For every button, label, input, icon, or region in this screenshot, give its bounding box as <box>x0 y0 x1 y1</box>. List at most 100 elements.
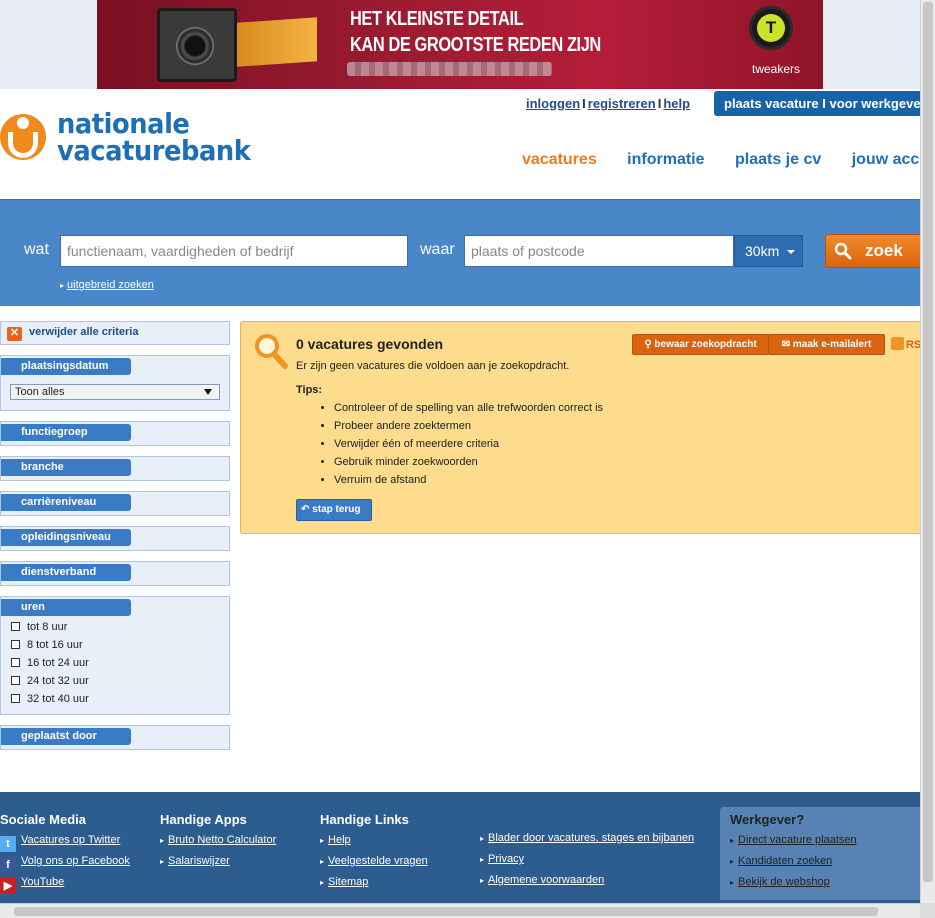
search-icon <box>834 242 852 260</box>
nav-plaats-cv[interactable]: plaats je cv <box>735 151 821 169</box>
filter-header[interactable]: plaatsingsdatum <box>1 358 131 375</box>
horizontal-scrollbar[interactable] <box>0 903 920 918</box>
filter-header[interactable]: dienstverband <box>1 564 131 581</box>
logo-person-icon <box>0 114 46 160</box>
envelope-icon: ✉ <box>781 339 791 350</box>
hours-option[interactable]: 32 tot 40 uur <box>1 690 229 708</box>
twitter-link[interactable]: t Vacatures op Twitter <box>0 830 130 852</box>
footer-link[interactable]: Direct vacature plaatsen <box>730 830 857 851</box>
checkbox[interactable] <box>11 640 20 649</box>
site-header: nationale vacaturebank inloggen Iregistre… <box>0 89 920 200</box>
nav-vacatures[interactable]: vacatures <box>522 151 597 169</box>
employer-box: Werkgever? Direct vacature plaatsen Kand… <box>720 807 920 900</box>
checkbox[interactable] <box>11 658 20 667</box>
scrollbar-corner <box>920 903 935 918</box>
tip-item: Verruim de afstand <box>334 474 603 492</box>
footer-link[interactable]: Blader door vacatures, stages en bijbane… <box>480 828 694 849</box>
youtube-link[interactable]: ▶ YouTube <box>0 872 130 894</box>
search-bar: wat waar 30km zoek uitgebreid zoeken <box>0 200 920 306</box>
filter-opleidingsniveau: opleidingsniveau <box>0 526 230 551</box>
filter-sidebar: ✕ verwijder alle criteria plaatsingsdatu… <box>0 321 230 760</box>
results-panel: 0 vacatures gevonden Er zijn geen vacatu… <box>240 321 920 534</box>
main-nav: vacatures informatie plaats je cv jouw a… <box>522 151 920 169</box>
scroll-thumb[interactable] <box>14 907 878 916</box>
hours-option[interactable]: tot 8 uur <box>1 618 229 636</box>
filter-header[interactable]: uren <box>1 599 131 616</box>
search-button[interactable]: zoek <box>825 234 920 268</box>
filter-dienstverband: dienstverband <box>0 561 230 586</box>
nav-account[interactable]: jouw account <box>852 151 920 169</box>
email-alert-button[interactable]: ✉ maak e-mailalert <box>768 334 885 355</box>
hours-option[interactable]: 24 tot 32 uur <box>1 672 229 690</box>
where-input[interactable] <box>464 235 734 267</box>
footer-link[interactable]: Privacy <box>480 849 694 870</box>
filter-branche: branche <box>0 456 230 481</box>
tweakers-logo-icon: T <box>749 6 793 50</box>
rss-label: RSS <box>906 339 920 351</box>
viewport: HET KLEINSTE DETAIL KAN DE GROOTSTE REDE… <box>0 0 920 903</box>
no-results-message: Er zijn geen vacatures die voldoen aan j… <box>296 360 570 372</box>
checkbox[interactable] <box>11 622 20 631</box>
login-link[interactable]: inloggen <box>526 96 580 111</box>
filter-uren: uren tot 8 uur 8 tot 16 uur 16 tot 24 uu… <box>0 596 230 715</box>
browser-page: HET KLEINSTE DETAIL KAN DE GROOTSTE REDE… <box>0 0 935 918</box>
filter-header[interactable]: geplaatst door <box>1 728 131 745</box>
footer-link[interactable]: Veelgestelde vragen <box>320 851 428 872</box>
tips-label: Tips: <box>296 384 323 396</box>
tip-item: Gebruik minder zoekwoorden <box>334 456 603 474</box>
back-button[interactable]: ↶ stap terug <box>296 499 372 521</box>
filter-header[interactable]: branche <box>1 459 131 476</box>
checkbox[interactable] <box>11 676 20 685</box>
hours-option[interactable]: 16 tot 24 uur <box>1 654 229 672</box>
footer-link[interactable]: Help <box>320 830 428 851</box>
register-link[interactable]: registreren <box>588 96 656 111</box>
date-select-value: Toon alles <box>15 386 65 398</box>
ad-blurred-text <box>347 62 552 76</box>
footer-link[interactable]: Bruto Netto Calculator <box>160 830 276 851</box>
remove-all-criteria[interactable]: ✕ verwijder alle criteria <box>0 321 230 345</box>
save-search-button[interactable]: ⚲ bewaar zoekopdracht <box>632 334 769 355</box>
footer-heading: Handige Apps <box>160 812 247 827</box>
hours-option[interactable]: 8 tot 16 uur <box>1 636 229 654</box>
ad-area: HET KLEINSTE DETAIL KAN DE GROOTSTE REDE… <box>0 0 920 89</box>
distance-select[interactable]: 30km <box>734 235 803 267</box>
footer-link[interactable]: Salariswijzer <box>160 851 276 872</box>
what-input[interactable] <box>60 235 408 267</box>
filter-header[interactable]: opleidingsniveau <box>1 529 131 546</box>
hours-option-label: 32 tot 40 uur <box>27 693 89 705</box>
filter-header[interactable]: carrièreniveau <box>1 494 131 511</box>
rss-link[interactable]: RSS <box>891 337 920 351</box>
date-select[interactable]: Toon alles <box>10 384 220 400</box>
footer-heading: Sociale Media <box>0 812 86 827</box>
filter-functiegroep: functiegroep <box>0 421 230 446</box>
youtube-icon: ▶ <box>0 878 16 894</box>
pin-icon: ⚲ <box>644 339 652 350</box>
undo-icon: ↶ <box>301 504 310 515</box>
advanced-search-link[interactable]: uitgebreid zoeken <box>60 279 154 291</box>
tweakers-banner-ad[interactable]: HET KLEINSTE DETAIL KAN DE GROOTSTE REDE… <box>97 0 823 89</box>
facebook-link[interactable]: f Volg ons op Facebook <box>0 851 130 873</box>
checkbox[interactable] <box>11 694 20 703</box>
vertical-scrollbar[interactable] <box>920 0 935 903</box>
footer-link[interactable]: Algemene voorwaarden <box>480 870 694 891</box>
rss-icon <box>891 337 904 350</box>
post-vacancy-button[interactable]: plaats vacature I voor werkgevers <box>714 91 920 116</box>
flex-cable-image <box>237 17 317 67</box>
hours-option-label: tot 8 uur <box>27 621 68 633</box>
logo-text-line2: vacaturebank <box>57 134 251 167</box>
ad-headline-line1: HET KLEINSTE DETAIL <box>350 8 524 30</box>
scroll-thumb[interactable] <box>923 2 933 882</box>
dropdown-arrow-icon <box>204 389 212 395</box>
save-search-label: bewaar zoekopdracht <box>654 339 757 350</box>
footer-apps: Handige Apps Bruto Netto Calculator Sala… <box>160 812 276 872</box>
facebook-icon: f <box>0 857 16 873</box>
tip-item: Probeer andere zoektermen <box>334 420 603 438</box>
footer-link[interactable]: Bekijk de webshop <box>730 872 857 893</box>
nav-informatie[interactable]: informatie <box>627 151 704 169</box>
footer-link[interactable]: Kandidaten zoeken <box>730 851 857 872</box>
camera-module-image <box>157 8 237 82</box>
filter-header[interactable]: functiegroep <box>1 424 131 441</box>
footer-link[interactable]: Sitemap <box>320 872 428 893</box>
where-label: waar <box>420 241 455 258</box>
help-link[interactable]: help <box>663 96 690 111</box>
